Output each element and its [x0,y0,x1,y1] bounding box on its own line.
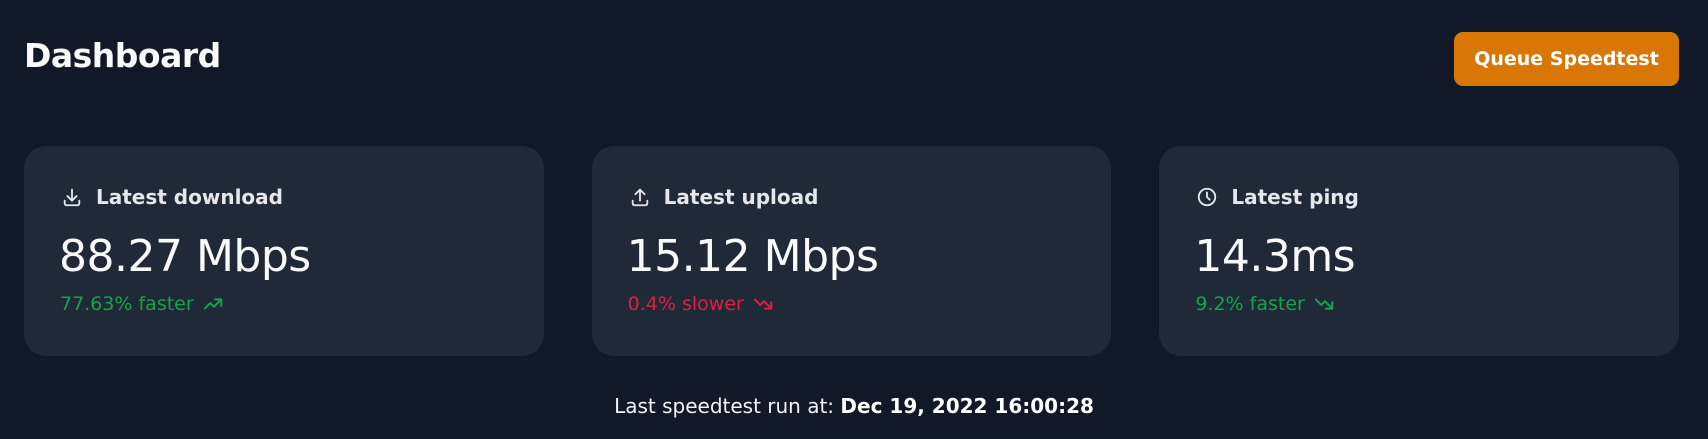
trending-up-icon [202,293,224,315]
upload-delta-text: 0.4% slower [627,293,744,315]
clock-icon [1195,185,1219,209]
upload-card: Latest upload 15.12 Mbps 0.4% slower [591,146,1112,356]
download-card: Latest download 88.27 Mbps 77.63% faster [24,146,544,356]
page-title: Dashboard [24,36,221,75]
queue-speedtest-button[interactable]: Queue Speedtest [1454,32,1679,86]
last-run-prefix: Last speedtest run at: [614,394,835,418]
upload-value: 15.12 Mbps [626,231,879,282]
download-icon [60,185,84,209]
stats-cards: Latest download 88.27 Mbps 77.63% faster [24,146,1680,356]
trending-down-icon [1313,293,1335,315]
ping-delta: 9.2% faster [1195,292,1335,316]
download-card-header: Latest download [60,184,283,210]
upload-label: Latest upload [663,185,819,209]
download-label: Latest download [96,185,283,209]
ping-label: Latest ping [1231,185,1359,209]
download-delta-text: 77.63% faster [60,293,194,315]
download-value: 88.27 Mbps [59,231,311,282]
upload-icon [628,185,652,209]
last-run-timestamp: Dec 19, 2022 16:00:28 [840,394,1094,418]
last-run-info: Last speedtest run at: Dec 19, 2022 16:0… [0,392,1708,420]
ping-value: 14.3ms [1194,231,1356,282]
ping-card-header: Latest ping [1195,184,1359,210]
upload-delta: 0.4% slower [628,292,774,316]
ping-delta-text: 9.2% faster [1195,293,1305,315]
trending-down-icon [752,293,774,315]
upload-card-header: Latest upload [628,184,819,210]
ping-card: Latest ping 14.3ms 9.2% faster [1159,146,1680,356]
download-delta: 77.63% faster [60,292,224,316]
